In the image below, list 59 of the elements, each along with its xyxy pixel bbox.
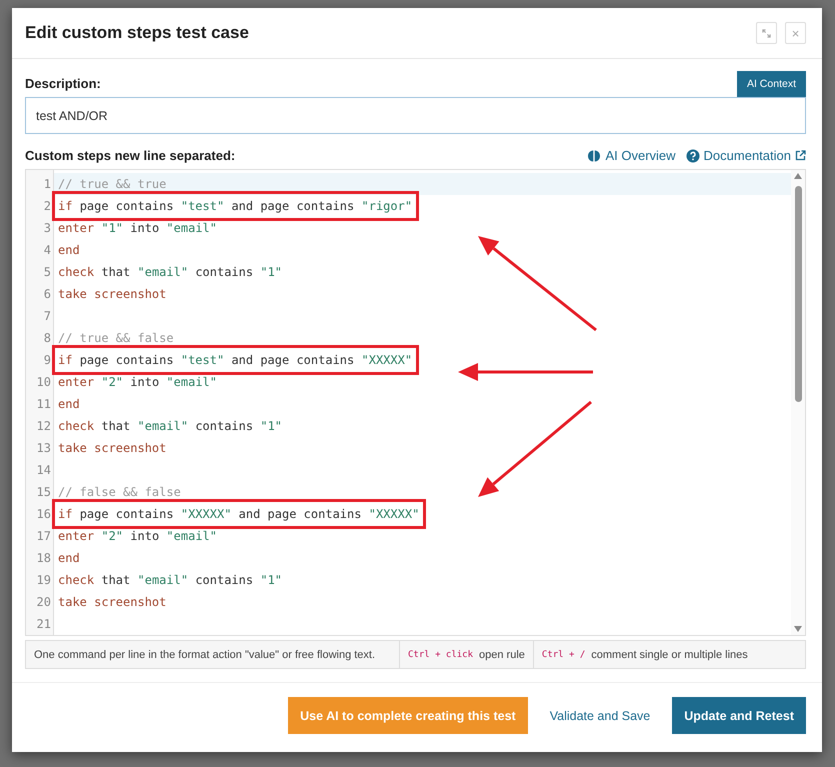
code-line: end: [58, 396, 80, 413]
code-line: take screenshot: [58, 440, 166, 457]
line-number: 3: [42, 220, 52, 237]
line-number: 10: [36, 374, 52, 391]
shortcut-keys: Ctrl + /: [542, 650, 586, 660]
code-line: end: [58, 242, 80, 259]
line-number: 11: [36, 396, 52, 413]
code-line: end: [58, 550, 80, 567]
line-number: 8: [42, 330, 52, 347]
line-number: 7: [42, 308, 52, 325]
code-line: enter "2" into "email": [58, 528, 217, 545]
shortcut-keys: Ctrl + click: [408, 650, 474, 660]
line-number: 5: [42, 264, 52, 281]
description-label: Description:: [25, 76, 101, 91]
code-line: check that "email" contains "1": [58, 264, 282, 281]
line-number: 16: [36, 506, 52, 523]
line-number: 20: [36, 594, 52, 611]
line-number: 17: [36, 528, 52, 545]
line-number: 13: [36, 440, 52, 457]
scroll-thumb[interactable]: [795, 186, 802, 402]
line-number: 1: [42, 176, 52, 193]
line-number: 15: [36, 484, 52, 501]
scroll-down-icon: [794, 626, 802, 632]
dialog-title: Edit custom steps test case: [25, 23, 250, 43]
documentation-link[interactable]: Documentation: [686, 148, 806, 163]
line-number: 6: [42, 286, 52, 303]
code-line: enter "2" into "email": [58, 374, 217, 391]
help-icon: [686, 148, 700, 162]
validate-save-link[interactable]: Validate and Save: [538, 697, 662, 734]
line-number: 9: [42, 352, 52, 369]
expand-icon: [762, 28, 771, 38]
hint-text: open rule: [479, 648, 525, 660]
update-retest-button[interactable]: Update and Retest: [672, 697, 806, 734]
code-line: enter "1" into "email": [58, 220, 217, 237]
code-line: // true && false: [58, 330, 174, 347]
steps-label: Custom steps new line separated:: [25, 148, 236, 163]
code-editor[interactable]: [25, 169, 806, 636]
expand-button[interactable]: [756, 22, 777, 44]
line-number: 21: [36, 616, 52, 633]
line-number: 12: [36, 418, 52, 435]
line-number: 14: [36, 462, 52, 479]
hint-text: comment single or multiple lines: [591, 648, 748, 660]
brain-icon: [587, 148, 602, 162]
code-line: // false && false: [58, 484, 181, 501]
scroll-up-icon: [794, 173, 802, 179]
description-field[interactable]: test AND/OR: [25, 97, 806, 134]
ai-overview-link[interactable]: AI Overview: [587, 148, 676, 163]
code-line: // true && true: [58, 176, 166, 193]
code-line: take screenshot: [58, 594, 166, 611]
ai-context-button[interactable]: AI Context: [736, 71, 806, 97]
hint-text: One command per line in the format action "value" or free flowing text.: [34, 648, 376, 660]
line-number: 2: [42, 198, 52, 215]
code-line: take screenshot: [58, 286, 166, 303]
code-line: check that "email" contains "1": [58, 572, 282, 589]
line-number: 18: [36, 550, 52, 567]
line-number: 4: [42, 242, 52, 259]
line-number: 19: [36, 572, 52, 589]
scrollbar[interactable]: [791, 170, 805, 635]
code-line: check that "email" contains "1": [58, 418, 282, 435]
